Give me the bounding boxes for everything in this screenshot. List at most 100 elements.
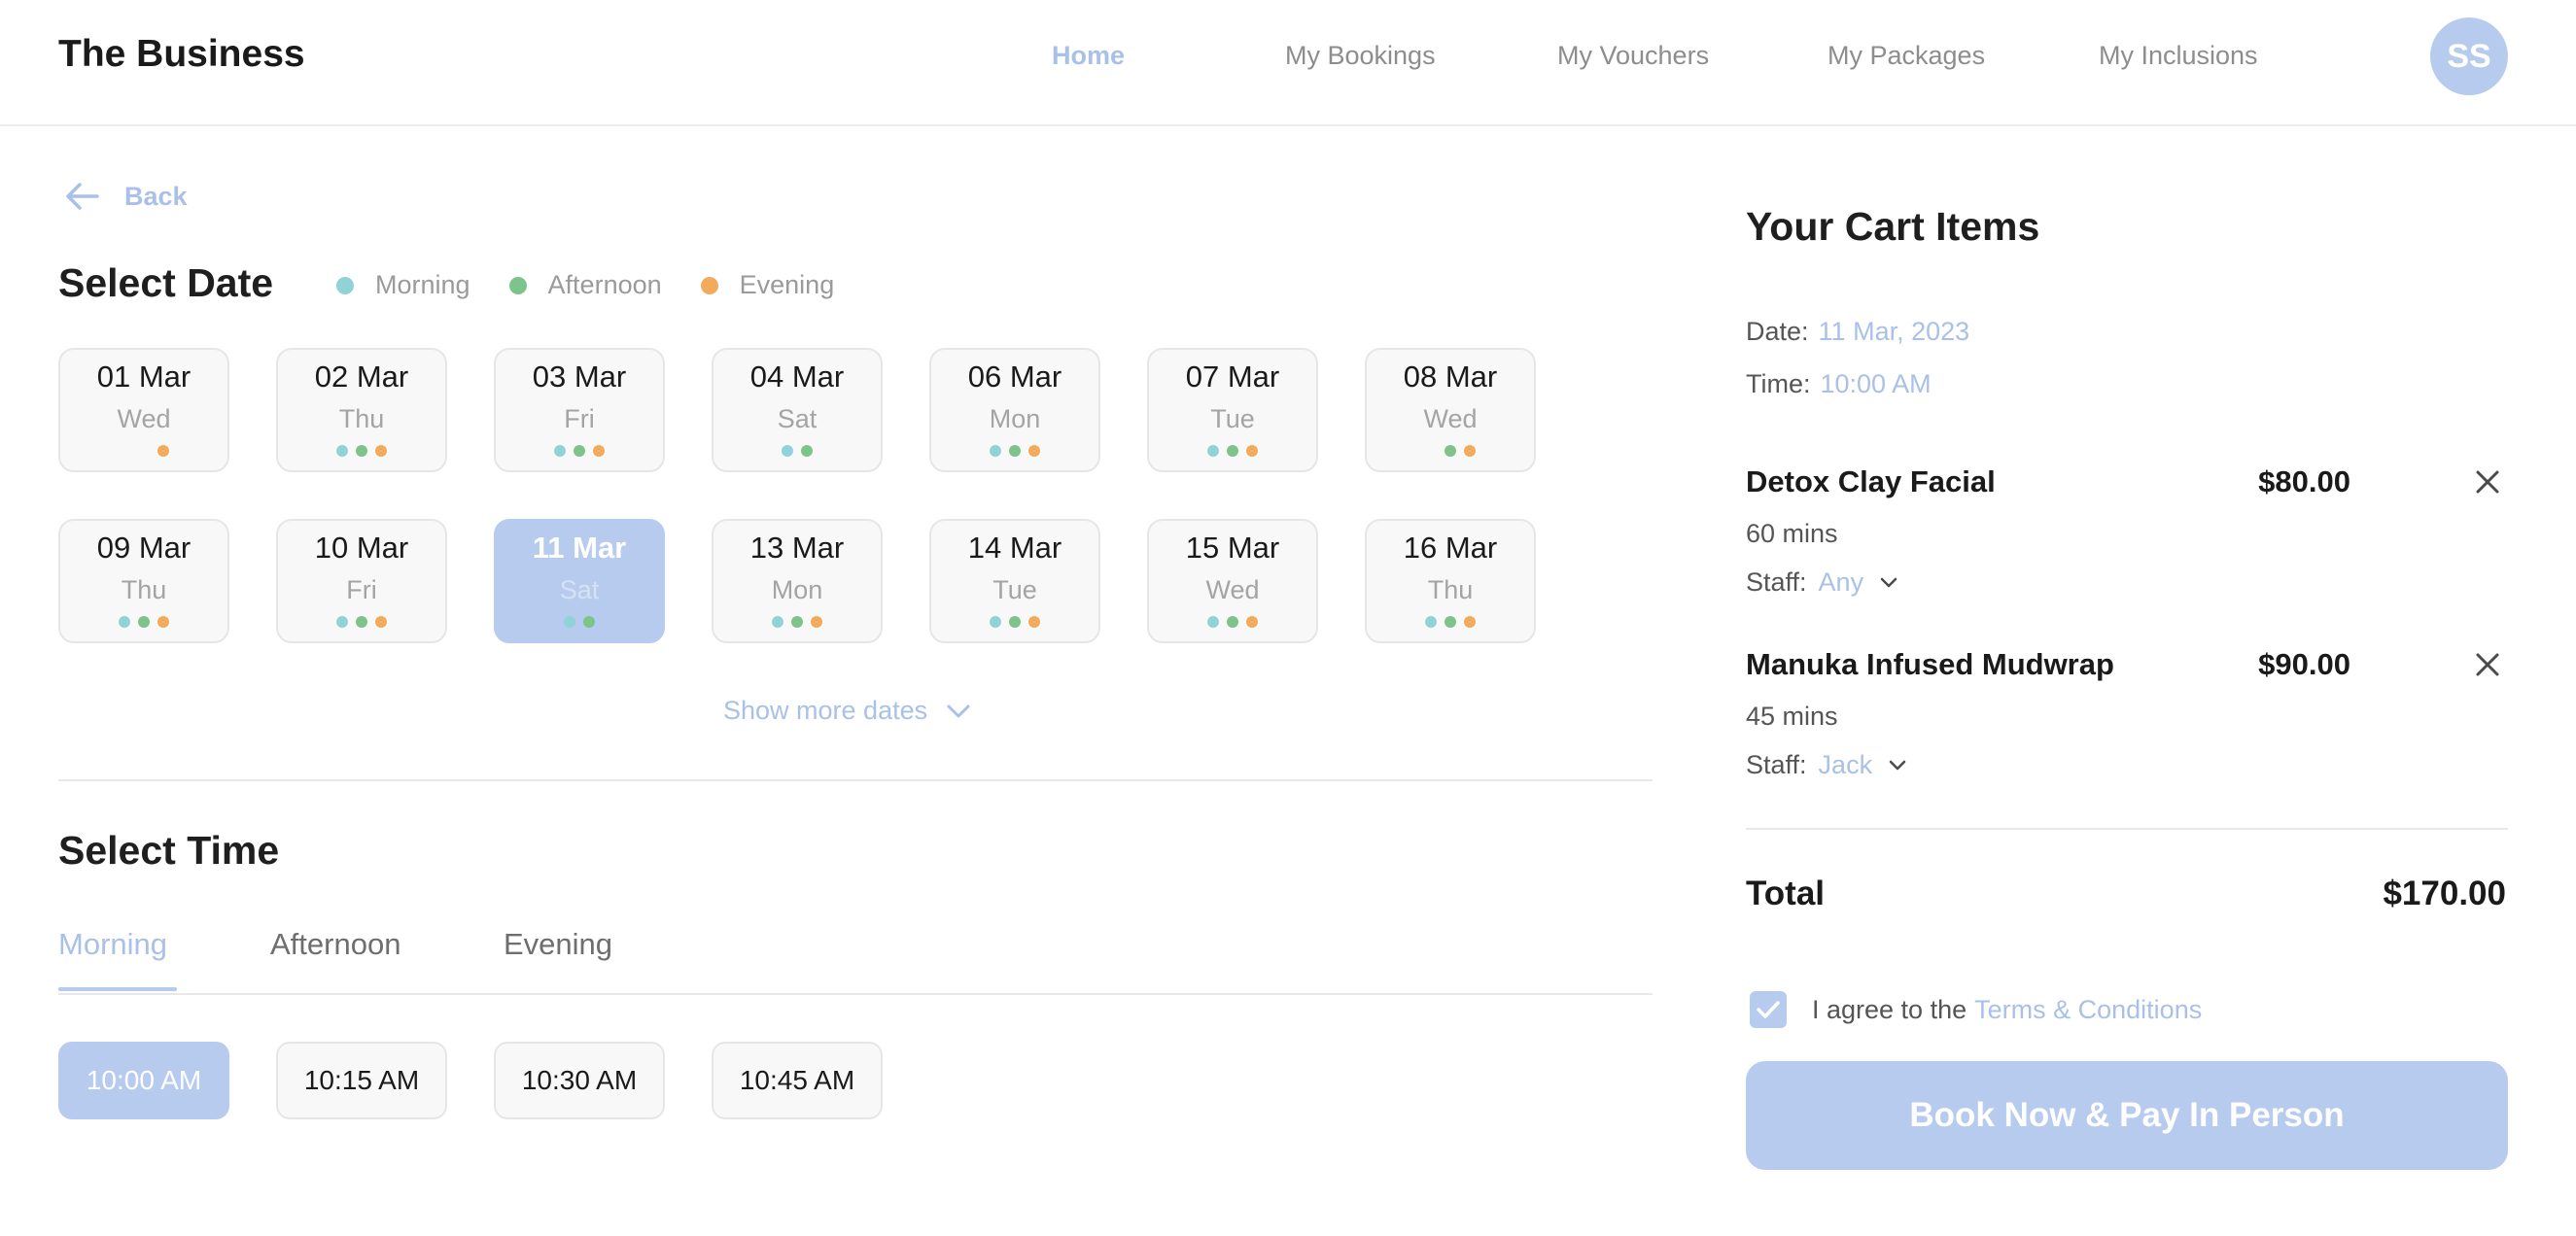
date-card[interactable]: 02 Mar Thu	[276, 348, 447, 472]
tab-morning[interactable]: Morning	[58, 927, 167, 962]
chevron-down-icon[interactable]	[1888, 759, 1907, 772]
nav-home[interactable]: Home	[1052, 41, 1125, 71]
nav-my-vouchers[interactable]: My Vouchers	[1557, 41, 1709, 71]
date-day-label: 06 Mar	[967, 360, 1062, 394]
date-weekday-label: Wed	[117, 404, 171, 433]
terms-checkbox[interactable]	[1750, 991, 1787, 1028]
availability-dots	[1149, 445, 1316, 457]
staff-selector[interactable]: Staff: Any	[1746, 567, 1898, 598]
date-card[interactable]: 01 Mar Wed	[58, 348, 229, 472]
morning-dot-icon	[1425, 616, 1437, 628]
availability-dots	[1367, 616, 1534, 628]
date-card[interactable]: 13 Mar Mon	[712, 519, 883, 643]
back-button[interactable]: Back	[62, 177, 188, 216]
morning-dot-icon	[554, 445, 566, 457]
evening-dot-icon	[811, 616, 822, 628]
select-date-title: Select Date	[58, 260, 274, 305]
cart-item-duration: 60 mins	[1746, 519, 1838, 548]
availability-dots	[496, 445, 663, 457]
book-now-button[interactable]: Book Now & Pay In Person	[1746, 1061, 2508, 1170]
evening-dot-icon	[157, 445, 169, 457]
date-weekday-label: Tue	[1210, 404, 1255, 433]
cart-item-price: $90.00	[2258, 647, 2350, 681]
date-card[interactable]: 11 Mar Sat	[494, 519, 665, 643]
morning-dot-icon	[336, 616, 348, 628]
date-day-label: 04 Mar	[749, 360, 845, 394]
morning-dot-icon	[990, 445, 1001, 457]
nav-my-packages[interactable]: My Packages	[1828, 41, 1985, 71]
cart-date-value: 11 Mar, 2023	[1818, 317, 1970, 346]
legend-afternoon: Afternoon	[508, 270, 662, 300]
availability-dots	[60, 616, 227, 628]
afternoon-dot-icon	[1227, 616, 1238, 628]
nav-my-bookings[interactable]: My Bookings	[1285, 41, 1436, 71]
active-tab-indicator	[58, 987, 177, 991]
date-card[interactable]: 03 Mar Fri	[494, 348, 665, 472]
evening-dot-icon	[593, 445, 605, 457]
cart-date-label: Date:	[1746, 317, 1809, 346]
morning-dot-icon	[1207, 616, 1219, 628]
date-card[interactable]: 06 Mar Mon	[929, 348, 1100, 472]
date-card[interactable]: 16 Mar Thu	[1365, 519, 1536, 643]
date-card[interactable]: 08 Mar Wed	[1365, 348, 1536, 472]
time-slot[interactable]: 10:15 AM	[276, 1042, 447, 1119]
cart-total-divider	[1746, 828, 2508, 830]
date-weekday-label: Thu	[1427, 575, 1474, 604]
legend-afternoon-label: Afternoon	[547, 270, 662, 299]
cart-item-name: Manuka Infused Mudwrap	[1746, 647, 2114, 681]
morning-dot-icon	[990, 616, 1001, 628]
cart-date-row: Date: 11 Mar, 2023	[1746, 317, 1969, 347]
show-more-dates-button[interactable]: Show more dates	[723, 696, 972, 726]
date-card[interactable]: 10 Mar Fri	[276, 519, 447, 643]
date-day-label: 07 Mar	[1185, 360, 1280, 394]
time-slot[interactable]: 10:30 AM	[494, 1042, 665, 1119]
date-day-label: 01 Mar	[96, 360, 191, 394]
total-value: $170.00	[2383, 875, 2506, 912]
tabs-divider	[58, 993, 1653, 995]
legend-morning-label: Morning	[375, 270, 470, 299]
morning-dot-icon	[336, 276, 354, 294]
evening-dot-icon	[157, 616, 169, 628]
time-slot[interactable]: 10:00 AM	[58, 1042, 229, 1119]
remove-item-close-icon[interactable]	[2473, 467, 2502, 497]
tab-afternoon[interactable]: Afternoon	[270, 927, 400, 962]
afternoon-dot-icon	[583, 616, 595, 628]
nav-my-inclusions[interactable]: My Inclusions	[2099, 41, 2258, 71]
terms-link[interactable]: Terms & Conditions	[1974, 995, 2202, 1025]
evening-dot-icon	[700, 276, 718, 294]
chevron-down-icon[interactable]	[1879, 576, 1898, 590]
staff-dropdown-value[interactable]: Any	[1819, 567, 1864, 598]
date-card[interactable]: 04 Mar Sat	[712, 348, 883, 472]
date-card[interactable]: 09 Mar Thu	[58, 519, 229, 643]
user-avatar[interactable]: SS	[2430, 17, 2508, 95]
tab-evening[interactable]: Evening	[504, 927, 612, 962]
cart-time-value: 10:00 AM	[1820, 369, 1932, 398]
legend-evening-label: Evening	[739, 270, 835, 299]
date-card[interactable]: 07 Mar Tue	[1147, 348, 1318, 472]
afternoon-dot-icon	[1227, 445, 1238, 457]
agree-text: I agree to the	[1812, 994, 1967, 1024]
availability-dots	[1149, 616, 1316, 628]
morning-dot-icon	[1207, 445, 1219, 457]
staff-label: Staff:	[1746, 567, 1807, 597]
morning-dot-icon	[564, 616, 575, 628]
chevron-down-icon	[947, 704, 970, 717]
staff-dropdown-value[interactable]: Jack	[1819, 750, 1873, 780]
afternoon-dot-icon	[356, 445, 367, 457]
remove-item-close-icon[interactable]	[2473, 650, 2502, 679]
afternoon-dot-icon	[1009, 445, 1021, 457]
back-label: Back	[124, 181, 188, 211]
afternoon-dot-icon	[1445, 445, 1456, 457]
staff-selector[interactable]: Staff: Jack	[1746, 750, 1907, 780]
terms-agreement: I agree to the Terms & Conditions	[1750, 991, 2202, 1028]
total-label: Total	[1746, 875, 1826, 912]
availability-dots	[931, 616, 1098, 628]
date-day-label: 09 Mar	[96, 531, 191, 565]
time-slot[interactable]: 10:45 AM	[712, 1042, 883, 1119]
date-card[interactable]: 14 Mar Tue	[929, 519, 1100, 643]
brand-name[interactable]: The Business	[58, 33, 305, 76]
date-card[interactable]: 15 Mar Wed	[1147, 519, 1318, 643]
evening-dot-icon	[1464, 445, 1476, 457]
availability-dots	[278, 616, 445, 628]
evening-dot-icon	[375, 445, 387, 457]
